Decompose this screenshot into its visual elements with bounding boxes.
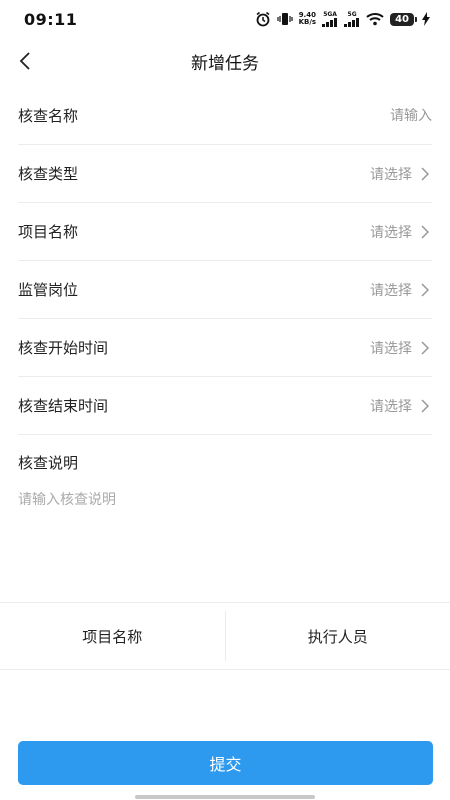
home-indicator xyxy=(135,795,315,799)
row-right: 请选择 xyxy=(370,164,432,184)
form-row-check-name: 核查名称 xyxy=(18,87,432,145)
signal-icon: 5GA xyxy=(322,11,338,27)
tab-project-name[interactable]: 项目名称 xyxy=(0,603,225,669)
battery-level: 40 xyxy=(395,13,409,25)
chevron-left-icon xyxy=(19,51,31,71)
form-row-project-name[interactable]: 项目名称 请选择 xyxy=(18,203,432,261)
row-label: 核查类型 xyxy=(18,165,79,183)
check-name-input[interactable] xyxy=(312,107,432,124)
row-label: 项目名称 xyxy=(18,223,79,241)
chevron-right-icon xyxy=(418,340,432,355)
start-time-select[interactable]: 请选择 xyxy=(370,338,412,358)
status-bar: 09:11 9.40 KB/s 5GA 5G 40 xyxy=(0,0,450,38)
row-right xyxy=(312,107,432,124)
battery-icon: 40 xyxy=(390,12,417,26)
signal-icon-2: 5G xyxy=(344,11,360,27)
nav-bar: 新增任务 xyxy=(0,38,450,84)
row-right: 请选择 xyxy=(370,396,432,416)
row-label: 核查开始时间 xyxy=(18,339,109,357)
status-time: 09:11 xyxy=(24,9,78,29)
alarm-icon xyxy=(255,11,271,27)
status-icons: 9.40 KB/s 5GA 5G 40 xyxy=(255,11,430,27)
tab-executors[interactable]: 执行人员 xyxy=(226,603,450,669)
chevron-right-icon xyxy=(418,224,432,239)
supervision-post-select[interactable]: 请选择 xyxy=(370,280,412,300)
form-row-check-type[interactable]: 核查类型 请选择 xyxy=(18,145,432,203)
tab-bar: 项目名称 执行人员 xyxy=(0,602,450,670)
net-speed: 9.40 KB/s xyxy=(299,12,316,26)
row-right: 请选择 xyxy=(370,338,432,358)
charging-icon xyxy=(422,12,430,26)
net-speed-unit: KB/s xyxy=(298,18,317,26)
row-label: 监管岗位 xyxy=(18,281,79,299)
form-row-supervision-post[interactable]: 监管岗位 请选择 xyxy=(18,261,432,319)
check-type-select[interactable]: 请选择 xyxy=(370,164,412,184)
row-right: 请选择 xyxy=(370,222,432,242)
row-label: 核查名称 xyxy=(18,107,79,125)
row-label: 核查结束时间 xyxy=(18,397,109,415)
back-button[interactable] xyxy=(10,46,40,76)
page-title: 新增任务 xyxy=(191,53,259,74)
project-name-select[interactable]: 请选择 xyxy=(370,222,412,242)
form-row-start-time[interactable]: 核查开始时间 请选择 xyxy=(18,319,432,377)
description-label: 核查说明 xyxy=(18,454,79,472)
chevron-right-icon xyxy=(418,398,432,413)
description-section: 核查说明 xyxy=(18,444,432,583)
end-time-select[interactable]: 请选择 xyxy=(370,396,412,416)
submit-button[interactable]: 提交 xyxy=(18,741,433,785)
vibrate-icon xyxy=(276,12,293,26)
chevron-right-icon xyxy=(418,166,432,181)
row-right: 请选择 xyxy=(370,280,432,300)
form-row-end-time[interactable]: 核查结束时间 请选择 xyxy=(18,377,432,435)
wifi-icon xyxy=(366,12,384,26)
chevron-right-icon xyxy=(418,282,432,297)
task-form: 核查名称 核查类型 请选择 项目名称 请选择 监管岗位 请选择 核查开始时间 请… xyxy=(0,87,450,435)
description-textarea[interactable] xyxy=(18,489,432,579)
